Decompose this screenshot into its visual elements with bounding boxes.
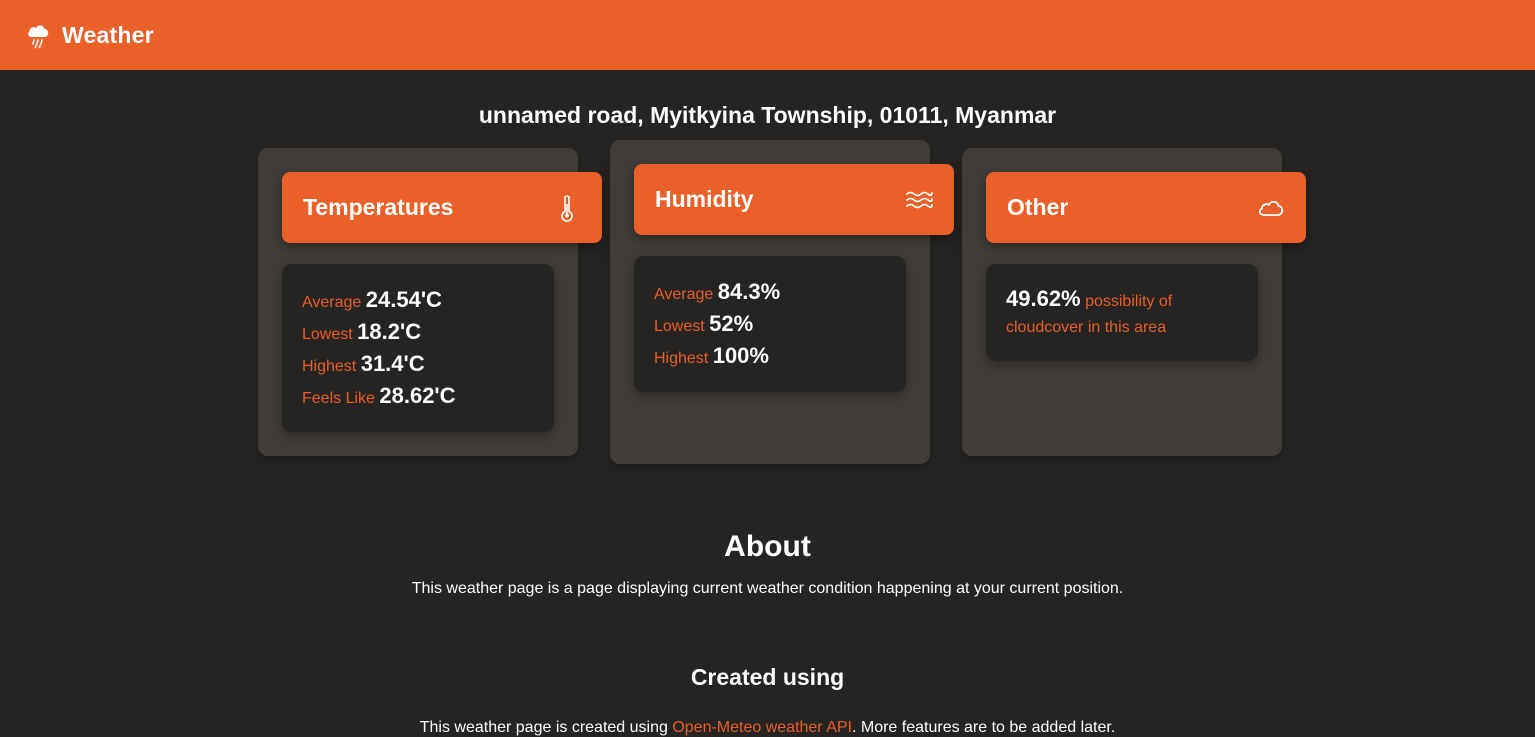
humidity-card: Humidity Average 84.3% Lowest 52% Highes… xyxy=(610,140,954,464)
stat-label: Highest xyxy=(302,358,357,375)
cloudcover-info: 49.62% possibility of cloudcover in this… xyxy=(1006,286,1238,341)
open-meteo-link[interactable]: Open-Meteo weather API xyxy=(672,719,852,736)
cloudcover-value: 49.62% xyxy=(1006,286,1081,311)
about-title: About xyxy=(724,530,811,563)
cloud-rain-icon xyxy=(26,23,50,49)
stat-label: Highest xyxy=(654,350,709,367)
temperatures-title: Temperatures xyxy=(303,194,454,220)
temperatures-card: Temperatures Average 24.54'C Lowest 18.2… xyxy=(258,148,602,456)
other-card-body: 49.62% possibility of cloudcover in this… xyxy=(986,264,1258,361)
location-heading: unnamed road, Myitkyina Township, 01011,… xyxy=(478,102,1057,128)
created-text-after: . More features are to be added later. xyxy=(851,719,1116,736)
stat-value: 28.62'C xyxy=(379,383,456,408)
stat-value: 84.3% xyxy=(717,279,781,304)
about-section: About This weather page is a page displa… xyxy=(0,530,1535,598)
temperature-feels-like-row: Feels Like 28.62'C xyxy=(302,380,534,412)
created-text: This weather page is created using Open-… xyxy=(0,719,1535,737)
stat-label: Lowest xyxy=(302,326,353,343)
humidity-card-header: Humidity xyxy=(634,164,954,235)
stat-value: 18.2'C xyxy=(357,319,422,344)
temperature-average-row: Average 24.54'C xyxy=(302,284,534,316)
created-text-before: This weather page is created using xyxy=(419,719,673,736)
stat-label: Lowest xyxy=(654,318,705,335)
temperature-highest-row: Highest 31.4'C xyxy=(302,348,534,380)
other-card-header: Other xyxy=(986,172,1306,243)
water-waves-icon xyxy=(904,185,934,215)
stat-value: 52% xyxy=(709,311,754,336)
app-title[interactable]: Weather xyxy=(62,22,154,49)
humidity-average-row: Average 84.3% xyxy=(654,276,886,308)
thermometer-icon xyxy=(552,193,582,223)
other-title: Other xyxy=(1007,194,1069,220)
humidity-card-body: Average 84.3% Lowest 52% Highest 100% xyxy=(634,256,906,392)
stat-label: Average xyxy=(302,294,362,311)
temperatures-card-body: Average 24.54'C Lowest 18.2'C Highest 31… xyxy=(282,264,554,432)
stat-label: Feels Like xyxy=(302,390,375,407)
stat-value: 100% xyxy=(712,343,769,368)
temperatures-card-header: Temperatures xyxy=(282,172,602,243)
top-navbar: Weather xyxy=(0,0,1535,70)
cloud-icon xyxy=(1256,193,1286,223)
humidity-title: Humidity xyxy=(655,186,754,212)
about-text: This weather page is a page displaying c… xyxy=(411,580,1124,597)
temperature-lowest-row: Lowest 18.2'C xyxy=(302,316,534,348)
created-title: Created using xyxy=(690,664,845,690)
humidity-highest-row: Highest 100% xyxy=(654,340,886,372)
stat-label: Average xyxy=(654,286,714,303)
stat-value: 31.4'C xyxy=(360,351,425,376)
humidity-lowest-row: Lowest 52% xyxy=(654,308,886,340)
stat-value: 24.54'C xyxy=(365,287,442,312)
created-section: Created using This weather page is creat… xyxy=(0,664,1535,737)
weather-cards: Temperatures Average 24.54'C Lowest 18.2… xyxy=(0,140,1535,488)
other-card: Other 49.62% possibility of cloudcover i… xyxy=(962,148,1306,456)
